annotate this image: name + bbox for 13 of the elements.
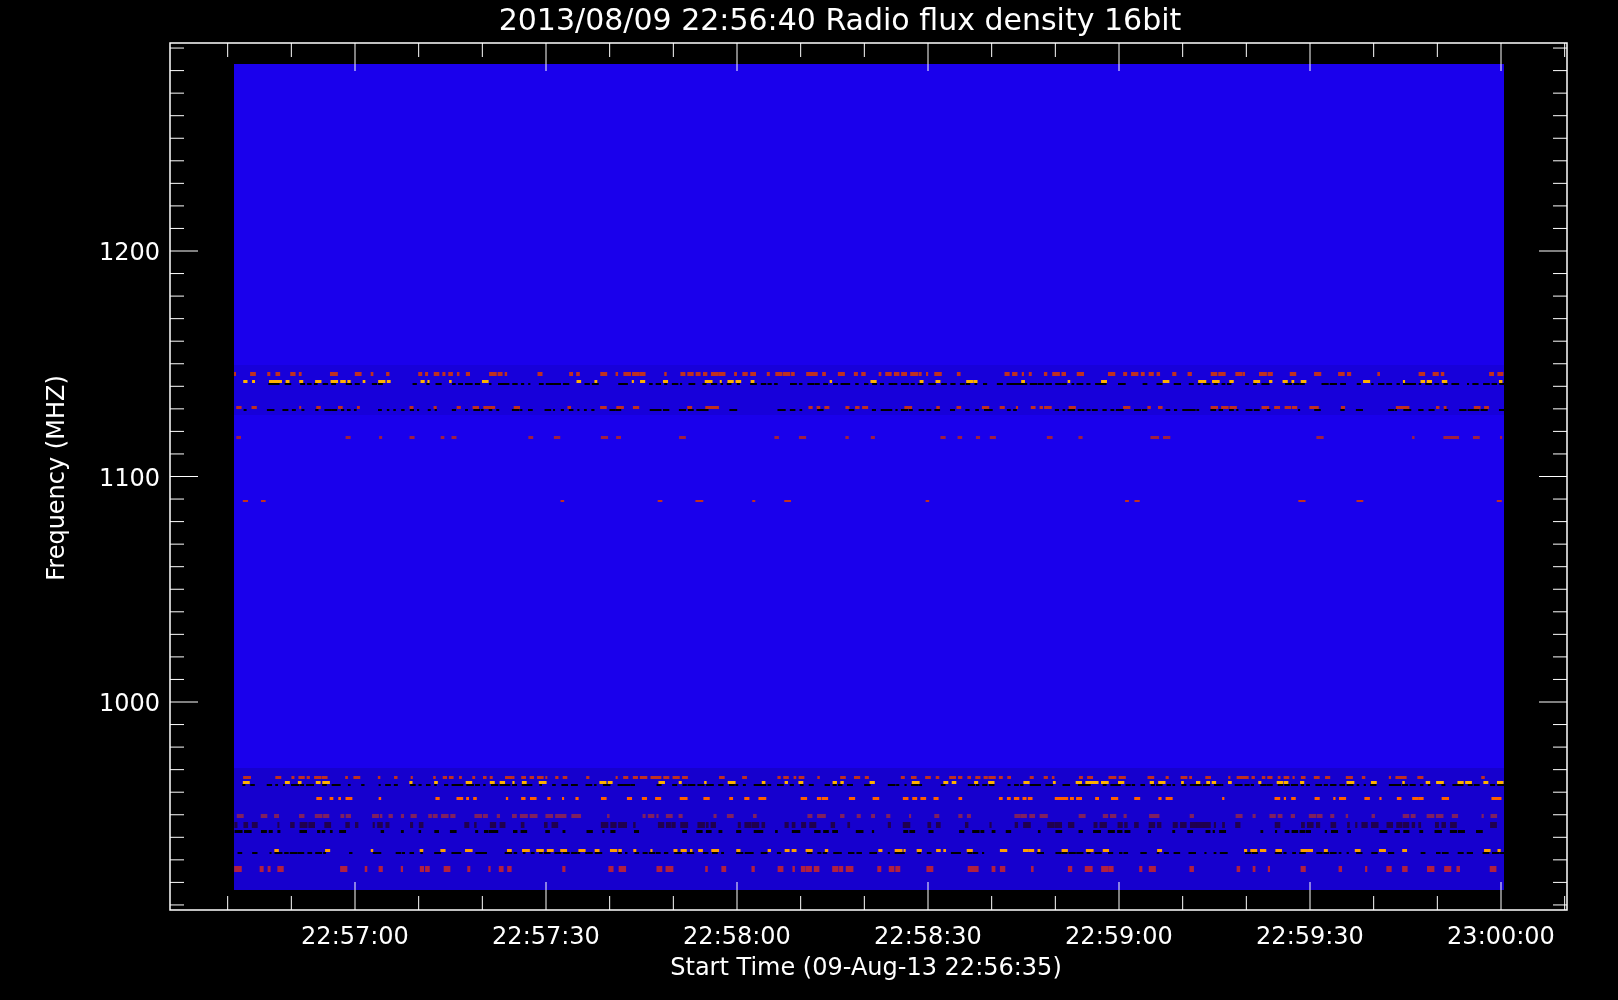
x-tick-label: 22:58:30 [874,922,982,950]
x-tick-label: 22:58:00 [683,922,791,950]
x-axis-label: Start Time (09-Aug-13 22:56:35) [670,953,1062,981]
x-tick-label: 23:00:00 [1447,922,1555,950]
y-axis-label: Frequency (MHZ) [42,375,70,581]
x-tick-label: 22:57:30 [492,922,600,950]
y-tick-label: 1100 [98,463,160,492]
x-tick-label: 22:59:00 [1065,922,1173,950]
y-tick-label: 1000 [98,689,160,717]
y-tick-label: 1200 [98,238,160,266]
x-tick-label: 22:59:30 [1256,922,1364,950]
chart-title: 2013/08/09 22:56:40 Radio flux density 16bit [498,2,1182,37]
x-tick-label: 22:57:00 [301,922,409,950]
